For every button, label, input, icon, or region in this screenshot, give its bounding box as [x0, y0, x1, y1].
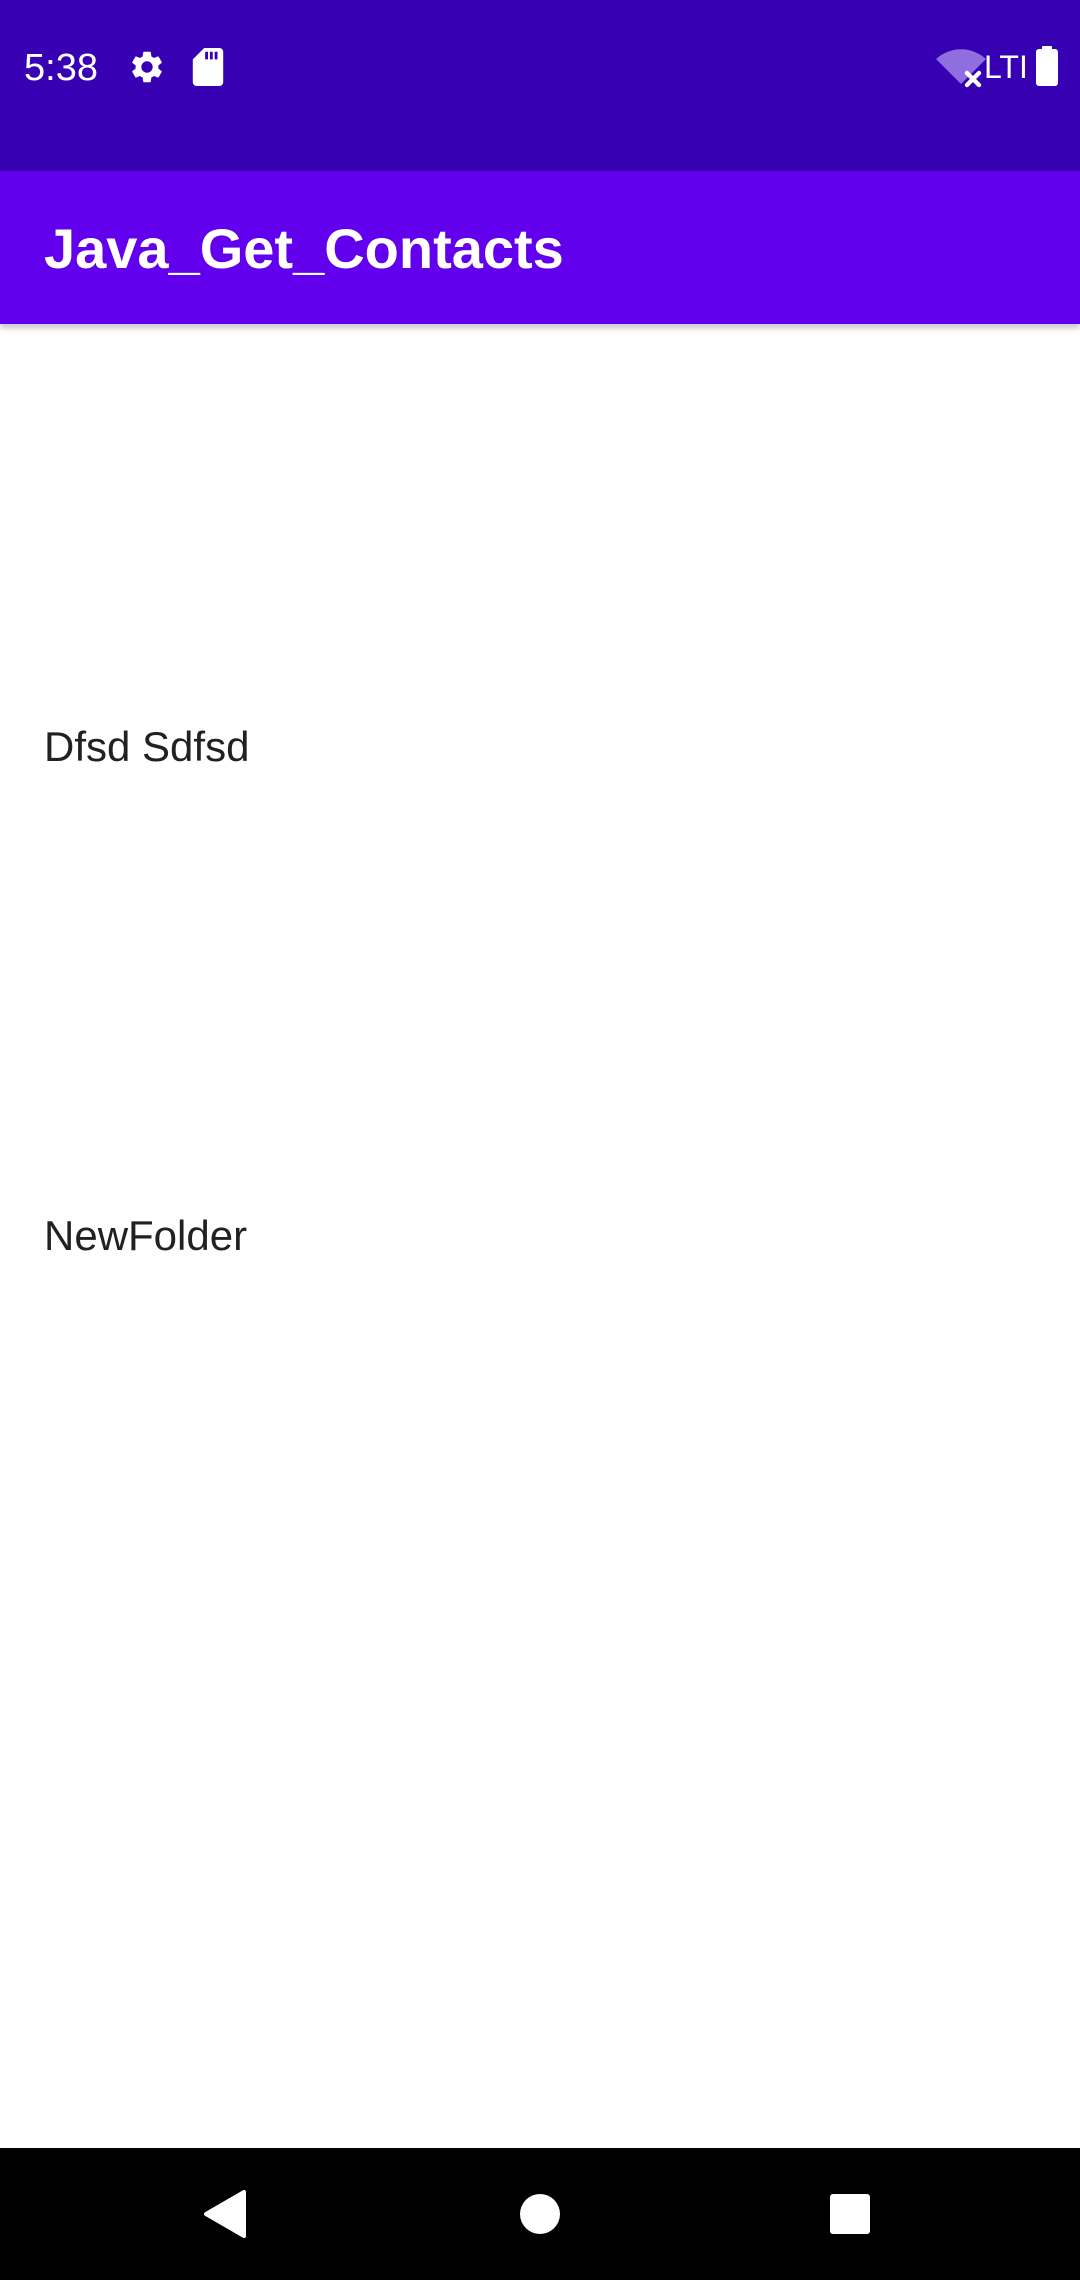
- app-bar: Java_Get_Contacts: [0, 171, 1080, 324]
- back-button[interactable]: [188, 2176, 264, 2252]
- sd-card-icon: [192, 48, 224, 86]
- back-icon: [204, 2190, 246, 2238]
- list-item[interactable]: Dfsd Sdfsd: [0, 686, 1080, 806]
- wifi-off-icon: [936, 49, 986, 88]
- recents-icon: [830, 2194, 870, 2234]
- screen: 5:38 LTI Java_Get_Contacts Dfsd Sdfsd Ne…: [0, 0, 1080, 2280]
- contact-name: NewFolder: [44, 1212, 248, 1259]
- home-icon: [520, 2194, 560, 2234]
- status-bar: 5:38 LTI: [0, 0, 1080, 171]
- app-title: Java_Get_Contacts: [44, 217, 564, 280]
- list-item[interactable]: NewFolder: [0, 1175, 1080, 1295]
- gear-icon: [132, 51, 162, 83]
- recents-button[interactable]: [812, 2176, 888, 2252]
- home-button[interactable]: [502, 2176, 578, 2252]
- navigation-bar: [0, 2148, 1080, 2280]
- network-type-label: LTI: [984, 49, 1028, 85]
- contact-name: Dfsd Sdfsd: [44, 723, 250, 770]
- battery-icon: [1036, 46, 1058, 86]
- status-time: 5:38: [24, 47, 98, 89]
- contacts-list[interactable]: Dfsd Sdfsd NewFolder: [0, 324, 1080, 2148]
